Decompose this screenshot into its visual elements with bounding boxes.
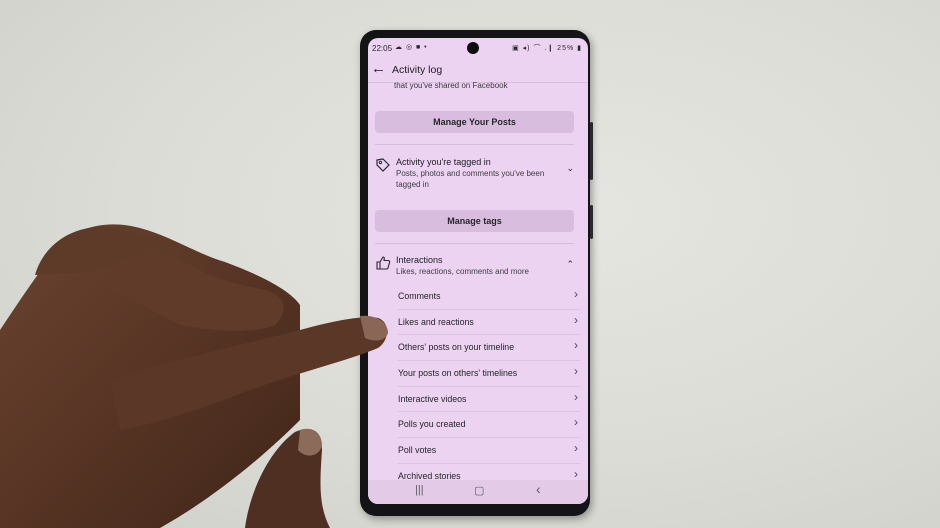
page-title: Activity log [392,64,443,76]
list-item-label: Others' posts on your timeline [398,342,515,353]
nav-back-button[interactable]: ‹ [536,481,541,497]
chevron-right-icon: › [574,441,578,456]
interactions-section-title: Interactions [396,255,443,265]
battery-icon: ▮ [577,45,582,52]
list-item-label: Interactive videos [398,393,467,404]
list-item-label: Your posts on others' timelines [398,368,518,379]
volume-button [590,122,593,180]
list-item-likes-and-reactions[interactable]: Likes and reactions › [398,310,580,336]
tagged-section-subtitle: Posts, photos and comments you've been t… [396,169,545,189]
chevron-right-icon: › [574,389,578,404]
phone-screen: 22:05 ☁ ◎ ■ • ▣ ◂) ⌒ .❙ 25% ▮ ← Activity… [368,38,588,504]
hand-back [0,224,300,528]
front-camera [467,42,479,54]
list-item-polls-you-created[interactable]: Polls you created › [398,412,580,439]
chevron-down-icon[interactable]: ⌄ [566,163,574,174]
truncated-description: that you've shared on Facebook [394,81,508,90]
list-item-comments[interactable]: Comments › [398,284,580,310]
system-icons: ▣ ◂) ⌒ .❙ 25% ▮ [512,43,582,53]
manage-tags-button[interactable]: Manage tags [375,210,574,232]
manage-your-posts-button[interactable]: Manage Your Posts [375,111,574,133]
list-item-poll-votes[interactable]: Poll votes › [398,438,580,464]
list-item-others-posts-on-timeline[interactable]: Others' posts on your timeline › [398,335,580,362]
interactions-list: Comments › Likes and reactions › Others'… [398,284,580,490]
status-time: 22:05 [372,44,393,53]
chevron-right-icon: › [574,466,578,481]
chevron-up-icon[interactable]: ⌃ [566,259,574,270]
chevron-right-icon: › [574,364,578,379]
list-item-label: Comments [398,291,441,301]
list-item-label: Poll votes [398,445,437,456]
thumb [245,429,330,528]
thumbs-up-icon [376,256,391,270]
notification-icons: ☁ ◎ ■ • [395,44,428,51]
tag-icon [376,158,390,172]
home-button[interactable]: ▢ [474,484,484,497]
recents-button[interactable]: ||| [415,484,424,496]
signal-wifi-icons: ▣ ◂) ⌒ .❙ [512,45,555,52]
system-nav-bar: ||| ▢ ‹ [368,480,588,504]
status-bar: 22:05 ☁ ◎ ■ • ▣ ◂) ⌒ .❙ 25% ▮ [368,38,588,58]
divider [375,243,574,244]
thumbnail [298,428,322,456]
finger-middle [95,253,284,331]
list-item-interactive-videos[interactable]: Interactive videos › [398,387,580,413]
finger-ring [35,226,185,275]
chevron-right-icon: › [574,287,578,301]
chevron-right-icon: › [574,312,578,327]
chevron-right-icon: › [574,338,578,353]
battery-level: 25% [557,45,575,52]
interactions-section-subtitle: Likes, reactions, comments and more [396,267,529,276]
list-item-your-posts-on-others-timelines[interactable]: Your posts on others' timelines › [398,361,580,387]
finger-index [110,317,387,430]
back-arrow-icon[interactable]: ← [371,60,386,77]
chevron-right-icon: › [574,415,578,430]
power-button [590,205,593,239]
tagged-section-title: Activity you're tagged in [396,157,491,167]
list-item-label: Likes and reactions [398,316,474,327]
divider [375,144,574,145]
list-item-label: Polls you created [398,419,466,430]
app-bar: ← Activity log [368,60,588,83]
